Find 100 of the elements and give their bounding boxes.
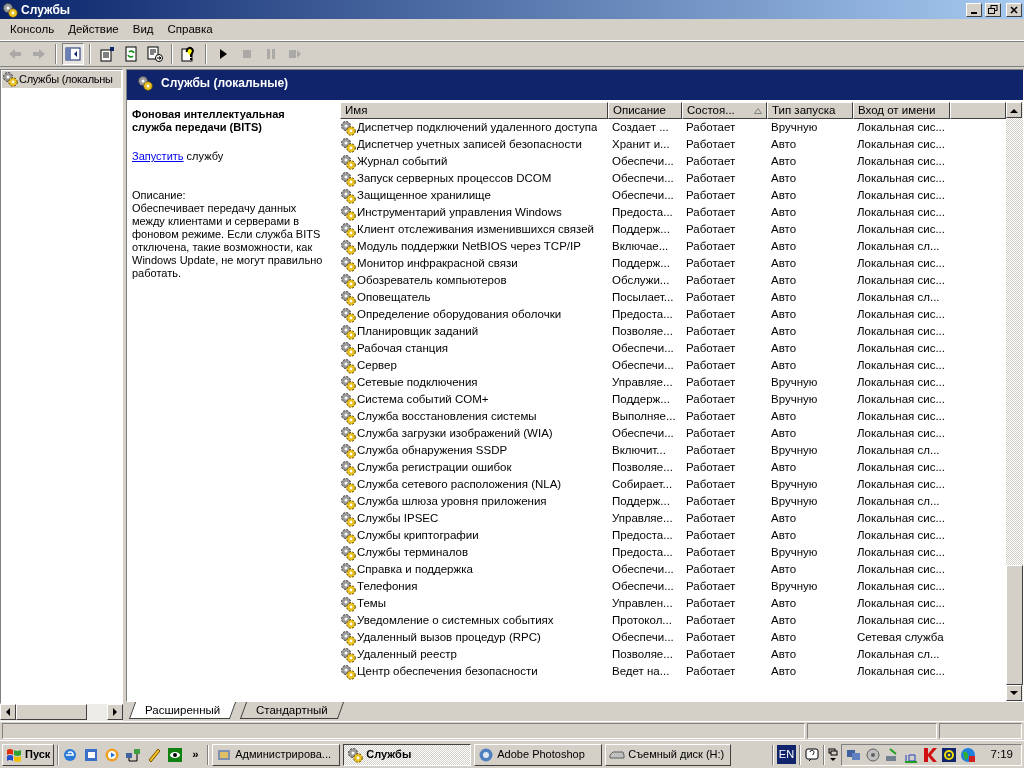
service-icon (340, 442, 356, 459)
column-header[interactable]: Вход от имени (853, 102, 950, 119)
table-cell-text: Авто (770, 595, 798, 611)
window-title: Службы (21, 1, 72, 19)
table-cell-text: Локальная сл... (856, 646, 941, 662)
table-cell-text: Локальная сис... (856, 136, 946, 152)
export-list-icon[interactable] (147, 46, 163, 62)
table-cell-text: Управлен... (611, 595, 674, 611)
taskbar-button[interactable]: Службы (343, 743, 472, 766)
table-cell-text: Локальная сис... (856, 578, 946, 594)
view-tab[interactable]: Стандартный (240, 702, 345, 719)
table-cell-text: Локальная сис... (856, 255, 946, 271)
table-cell-text: Работает (685, 357, 737, 373)
speaker-icon[interactable] (865, 746, 882, 763)
menu-item[interactable]: Справка (160, 18, 220, 41)
description-label: Описание: (132, 189, 187, 202)
table-cell-text: Авто (770, 204, 798, 220)
eye-icon (167, 746, 184, 763)
table-cell-text: Клиент отслеживания изменившихся связей (356, 221, 594, 237)
tree-item[interactable]: Службы (локальны (2, 71, 121, 88)
table-cell-text: Работает (685, 340, 737, 356)
gears-icon (2, 1, 18, 18)
antivirus-icon[interactable] (922, 746, 939, 763)
start-link[interactable]: Запустить (132, 150, 184, 162)
service-icon (340, 238, 356, 255)
tree-pane-icon[interactable] (65, 46, 81, 62)
table-cell-text: Вручную (770, 119, 819, 135)
table-cell-text: Локальная сл... (856, 289, 941, 305)
table-cell-text: Локальная сис... (856, 221, 946, 237)
table-cell-text: Работает (685, 306, 737, 322)
table-cell-text: Локальная сис... (856, 408, 946, 424)
table-cell-text: Авто (770, 663, 798, 679)
table-cell-text: Работает (685, 323, 737, 339)
table-cell-text: Работает (685, 289, 737, 305)
table-cell-text: Модуль поддержки NetBIOS через TCP/IP (356, 238, 581, 254)
menu-item[interactable]: Консоль (3, 18, 62, 41)
table-cell-text: Локальная сис... (856, 459, 946, 475)
view-tab[interactable]: Расширенный (128, 702, 237, 719)
column-header[interactable]: Тип запуска (767, 102, 853, 119)
restore-button[interactable] (985, 2, 1001, 17)
service-icon (340, 391, 356, 408)
up-arrow-icon (1010, 107, 1018, 113)
language-indicator[interactable]: EN (776, 745, 797, 764)
table-cell-text: Служба шлюза уровня приложения (356, 493, 547, 509)
signal-icon[interactable] (941, 746, 958, 763)
table-cell-text: Авто (770, 136, 798, 152)
table-cell-text: Рабочая станция (356, 340, 449, 356)
globe-icon[interactable] (960, 746, 977, 763)
table-cell-text: Управляе... (611, 374, 674, 390)
taskbar-button[interactable]: Администрирова... (212, 743, 341, 766)
start-button[interactable]: Пуск (2, 743, 55, 766)
scroll-left-button[interactable] (0, 704, 16, 720)
service-icon (340, 170, 356, 187)
minimize-button[interactable] (966, 2, 982, 17)
table-cell-text: Телефония (356, 578, 418, 594)
table-cell-text: Предоста... (611, 544, 674, 560)
table-cell-text: Посылает... (611, 289, 675, 305)
column-header[interactable]: Описание (608, 102, 682, 119)
taskbar-button[interactable]: Съемный диск (H:) (605, 743, 732, 766)
table-cell-text: Работает (685, 476, 737, 492)
table-cell-text: Авто (770, 612, 798, 628)
table-cell-text: Авто (770, 187, 798, 203)
table-cell-text: Локальная сис... (856, 357, 946, 373)
table-cell-text: Работает (685, 136, 737, 152)
close-button[interactable] (1006, 2, 1022, 17)
windows-switch-icon[interactable] (828, 746, 839, 763)
table-cell-text: Предоста... (611, 306, 674, 322)
scroll-down-button[interactable] (1006, 685, 1022, 701)
table-cell-text: Сетевые подключения (356, 374, 478, 390)
more-button[interactable]: » (192, 745, 199, 764)
scrollbar-thumb[interactable] (1006, 565, 1023, 685)
help-icon[interactable] (181, 46, 197, 62)
column-header[interactable]: Имя (340, 102, 608, 119)
browser-icon (62, 746, 79, 763)
table-cell-text: Локальная сис... (856, 595, 946, 611)
table-cell-text: Ведет на... (611, 663, 671, 679)
table-cell-text: Работает (685, 170, 737, 186)
table-cell-text: Удаленный реестр (356, 646, 457, 662)
table-cell-text: Обеспечи... (611, 187, 675, 203)
help-icon[interactable] (804, 746, 821, 763)
menu-item[interactable]: Действие (61, 18, 126, 41)
refresh-icon[interactable] (123, 46, 139, 62)
scroll-right-button[interactable] (107, 704, 123, 720)
taskbar-button[interactable]: Adobe Photoshop (474, 743, 603, 766)
table-cell-text: Авто (770, 153, 798, 169)
service-icon (340, 527, 356, 544)
header-title: Службы (локальные) (161, 74, 289, 92)
scroll-up-button[interactable] (1006, 102, 1022, 118)
table-cell-text: Работает (685, 561, 737, 577)
table-cell-text: Обозреватель компьютеров (356, 272, 507, 288)
menu-item[interactable]: Вид (125, 18, 161, 41)
table-cell-text: Работает (685, 425, 737, 441)
table-cell-text: Сетевая служба (856, 629, 945, 645)
properties-icon[interactable] (99, 46, 115, 62)
table-cell-text: Обеспечи... (611, 357, 675, 373)
column-header[interactable]: Состоя... (682, 102, 767, 119)
service-icon (340, 153, 356, 170)
scrollbar-thumb[interactable] (16, 704, 87, 720)
table-cell-text: Удаленный вызов процедур (RPC) (356, 629, 541, 645)
table-cell-text: Локальная сис... (856, 425, 946, 441)
